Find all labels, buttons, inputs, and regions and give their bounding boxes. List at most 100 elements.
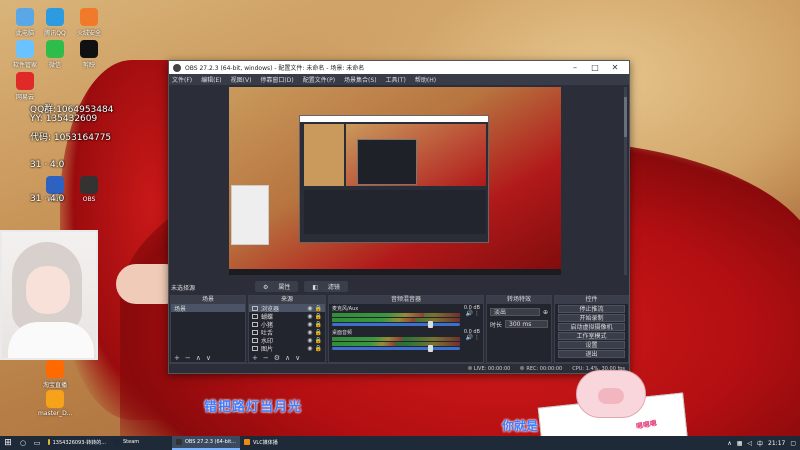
taskbar-task[interactable]: VLC媒体播 [240, 436, 304, 450]
control-button[interactable]: 设置 [558, 341, 625, 349]
clock[interactable]: 21:17 [768, 440, 785, 447]
search-icon[interactable]: ○ [16, 439, 30, 447]
menu-item[interactable]: 帮助(H) [415, 75, 436, 84]
filters-button[interactable]: ◧ 滤镜 [304, 281, 348, 292]
obs-logo-icon [173, 63, 181, 72]
close-icon[interactable]: ✕ [605, 63, 625, 72]
add-icon[interactable]: + [174, 354, 180, 362]
eye-icon[interactable]: ◉ [307, 305, 312, 312]
slider-handle[interactable] [427, 321, 433, 328]
duration-input[interactable]: 300 ms [505, 320, 548, 328]
app-icon [46, 8, 64, 26]
properties-button[interactable]: ⚙ 属性 [255, 281, 299, 292]
gear-icon[interactable]: ⚙ [274, 354, 280, 362]
desktop-icon[interactable]: 火绒安全 [72, 8, 106, 37]
volume-slider[interactable] [332, 321, 460, 328]
move-up-icon[interactable]: ∧ [196, 354, 201, 362]
transitions-dock: 转场特效 淡出 ⊕ 时长 300 ms [486, 295, 552, 363]
lock-icon[interactable]: 🔒 [315, 329, 322, 336]
scene-item[interactable]: 场景 [171, 304, 245, 313]
control-button[interactable]: 开始录制 [558, 314, 625, 322]
notification-icon[interactable]: ▢ [790, 440, 796, 447]
speaker-icon[interactable]: 🔊 [466, 334, 473, 341]
eye-icon[interactable]: ◉ [307, 337, 312, 344]
preview-scrollbar[interactable] [624, 87, 627, 275]
obs-titlebar[interactable]: OBS 27.2.3 (64-bit, windows) - 配置文件: 未命名… [169, 61, 629, 74]
controls-dock: 控件 停止推流 开始录制 启动虚拟摄像机 工作室模式 设置 退出 [554, 295, 629, 363]
plus-icon[interactable]: ⊕ [543, 309, 548, 316]
app-icon [244, 439, 250, 445]
rec-icon [520, 365, 525, 370]
transitions-header: 转场特效 [487, 296, 551, 304]
volume-icon[interactable]: ◁ [747, 440, 752, 447]
eye-icon[interactable]: ◉ [307, 321, 312, 328]
chevron-up-icon[interactable]: ∧ [727, 440, 731, 447]
add-icon[interactable]: + [252, 354, 258, 362]
eye-icon[interactable]: ◉ [307, 329, 312, 336]
volume-meter [332, 318, 460, 322]
desktop-icon[interactable]: 剪映 [72, 40, 106, 69]
minimize-icon[interactable]: – [565, 63, 585, 72]
menu-item[interactable]: 停靠窗口(D) [260, 75, 293, 84]
move-up-icon[interactable]: ∧ [285, 354, 290, 362]
desktop-icon[interactable]: OBS [72, 176, 106, 203]
control-button[interactable]: 工作室模式 [558, 332, 625, 340]
menu-item[interactable]: 视图(V) [231, 75, 252, 84]
menu-item[interactable]: 场景集合(S) [344, 75, 377, 84]
control-button[interactable]: 启动虚拟摄像机 [558, 323, 625, 331]
task-view-icon[interactable]: ▭ [30, 439, 44, 447]
mixer-channel: 桌面音频 0.0 dB 🔊 ⋮ [329, 328, 483, 352]
desktop-icon[interactable]: 淘宝直播 [38, 360, 72, 389]
volume-slider[interactable] [332, 345, 460, 352]
preview-canvas[interactable] [229, 87, 561, 275]
overlay-line: 代码: 1053164775 [30, 133, 112, 143]
menu-item[interactable]: 工具(T) [386, 75, 406, 84]
taskbar-task[interactable]: Steam [110, 436, 172, 450]
lock-icon[interactable]: 🔒 [315, 345, 322, 352]
volume-meter [332, 313, 460, 317]
window-title: OBS 27.2.3 (64-bit, windows) - 配置文件: 未命名… [185, 65, 365, 72]
gear-icon[interactable]: ⋮ [474, 310, 480, 317]
taskbar-task[interactable]: 1354326093-转转的... [44, 436, 110, 450]
app-icon [46, 360, 64, 378]
speaker-icon[interactable]: 🔊 [466, 310, 473, 317]
desktop-icon[interactable]: 网易云 [8, 72, 42, 101]
app-icon [48, 439, 50, 445]
windows-start-icon[interactable]: ⊞ [0, 438, 16, 448]
network-icon[interactable]: ▦ [737, 440, 743, 447]
source-item[interactable]: 图片 ◉ 🔒 [249, 344, 325, 353]
desktop-icon-label: OBS [82, 196, 96, 203]
transition-select[interactable]: 淡出 [490, 308, 540, 316]
lock-icon[interactable]: 🔒 [315, 305, 322, 312]
audio-mixer-dock: 音频混音器 麦克风/Aux 0.0 dB 🔊 ⋮ 桌面音频 0.0 dB 🔊 ⋮ [328, 295, 484, 363]
move-down-icon[interactable]: ∨ [295, 354, 300, 362]
control-button[interactable]: 停止推流 [558, 305, 625, 313]
move-down-icon[interactable]: ∨ [206, 354, 211, 362]
desktop-icon[interactable]: master_D... [38, 390, 73, 417]
gear-icon[interactable]: ⋮ [474, 334, 480, 341]
lock-icon[interactable]: 🔒 [315, 313, 322, 320]
desktop-icon[interactable]: 此电脑 [8, 8, 42, 37]
desktop-icon[interactable]: 腾讯QQ [38, 8, 72, 37]
menu-item[interactable]: 文件(F) [172, 75, 192, 84]
taskbar-task[interactable]: OBS 27.2.3 (64-bit... [172, 436, 240, 450]
lock-icon[interactable]: 🔒 [315, 337, 322, 344]
obs-window[interactable]: OBS 27.2.3 (64-bit, windows) - 配置文件: 未命名… [168, 60, 630, 374]
desktop-icon-label: 软件管家 [12, 62, 37, 69]
menu-item[interactable]: 编辑(E) [201, 75, 221, 84]
control-button[interactable]: 退出 [558, 350, 625, 358]
remove-icon[interactable]: − [263, 354, 269, 362]
maximize-icon[interactable]: □ [585, 63, 605, 72]
duration-label: 时长 [490, 321, 503, 329]
menu-item[interactable]: 配置文件(P) [303, 75, 335, 84]
lock-icon[interactable]: 🔒 [315, 321, 322, 328]
ime-indicator[interactable]: 中 [757, 439, 763, 448]
desktop-icon[interactable]: 软件管家 [8, 40, 42, 69]
remove-icon[interactable]: − [185, 354, 191, 362]
eye-icon[interactable]: ◉ [307, 313, 312, 320]
desktop-icon[interactable]: 微信 [38, 40, 72, 69]
volume-meter [332, 342, 460, 346]
slider-handle[interactable] [427, 345, 433, 352]
source-type-icon [252, 337, 258, 343]
eye-icon[interactable]: ◉ [307, 345, 312, 352]
